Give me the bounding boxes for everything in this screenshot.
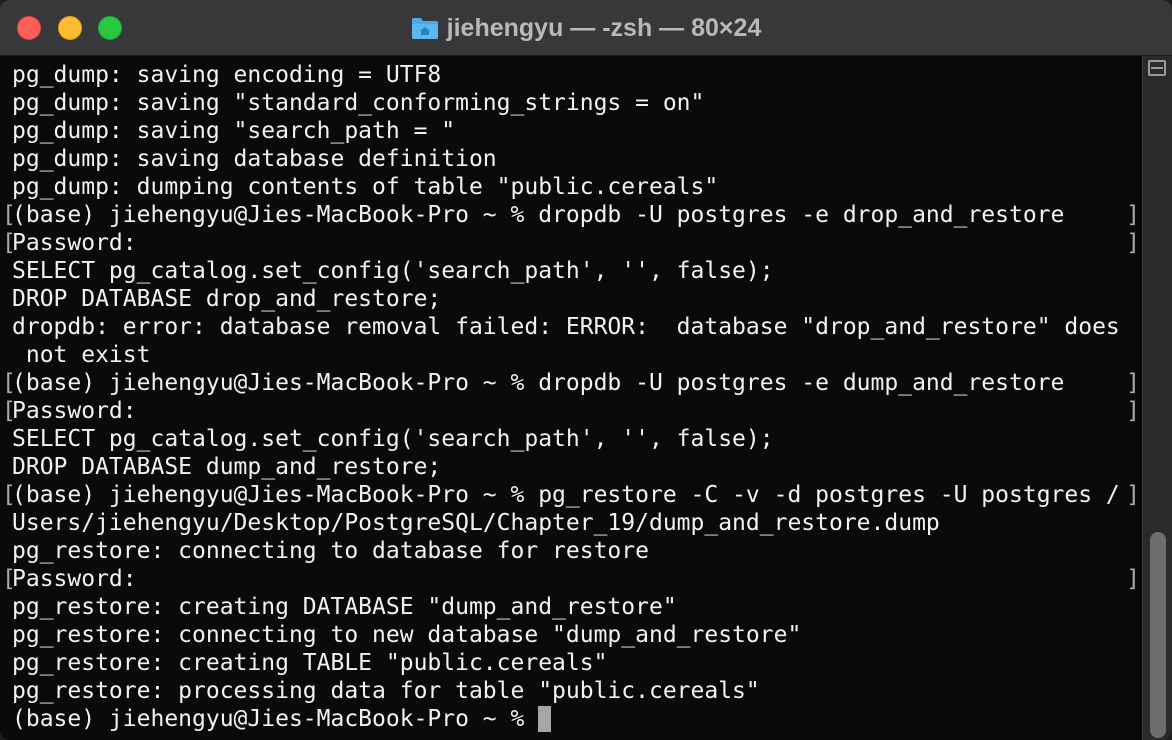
terminal-line: Users/jiehengyu/Desktop/PostgreSQL/Chapt… [0, 509, 1142, 537]
line-mark-right: ] [1126, 202, 1140, 228]
split-pane-icon[interactable] [1148, 60, 1166, 76]
window-title: jiehengyu — -zsh — 80×24 [0, 13, 1172, 47]
line-text: Password: [12, 566, 137, 592]
line-text: pg_dump: saving database definition [12, 146, 497, 172]
terminal-content[interactable]: pg_dump: saving encoding = UTF8 pg_dump: … [0, 56, 1172, 740]
line-text: Password: [12, 398, 137, 424]
line-mark-left: [ [2, 482, 16, 508]
line-text: dropdb: error: database removal failed: … [12, 314, 1120, 340]
terminal-line: pg_restore: creating DATABASE "dump_and_… [0, 593, 1142, 621]
line-text: Users/jiehengyu/Desktop/PostgreSQL/Chapt… [12, 510, 940, 536]
terminal-line: SELECT pg_catalog.set_config('search_pat… [0, 425, 1142, 453]
line-text: DROP DATABASE drop_and_restore; [12, 286, 442, 312]
line-text: (base) jiehengyu@Jies-MacBook-Pro ~ % pg… [12, 482, 1120, 508]
terminal-line: [Password:] [0, 397, 1142, 425]
line-text: SELECT pg_catalog.set_config('search_pat… [12, 258, 774, 284]
terminal-output[interactable]: pg_dump: saving encoding = UTF8 pg_dump: … [0, 61, 1142, 733]
terminal-line: pg_restore: creating TABLE "public.cerea… [0, 649, 1142, 677]
line-text: Password: [12, 230, 137, 256]
line-text: pg_dump: dumping contents of table "publ… [12, 174, 719, 200]
line-text: pg_restore: creating TABLE "public.cerea… [12, 650, 608, 676]
prompt-text: (base) jiehengyu@Jies-MacBook-Pro ~ % [12, 706, 539, 732]
terminal-window: jiehengyu — -zsh — 80×24 pg_dump: saving… [0, 0, 1172, 740]
line-mark-left: [ [2, 370, 16, 396]
line-mark-left: [ [2, 398, 16, 424]
line-mark-right: ] [1126, 398, 1140, 424]
line-text: pg_restore: connecting to new database "… [12, 622, 802, 648]
terminal-line: pg_restore: connecting to database for r… [0, 537, 1142, 565]
line-text: not exist [12, 342, 151, 368]
line-text: pg_dump: saving encoding = UTF8 [12, 62, 442, 88]
terminal-line: pg_restore: processing data for table "p… [0, 677, 1142, 705]
line-mark-left: [ [2, 230, 16, 256]
line-mark-right: ] [1126, 566, 1140, 592]
terminal-line: [(base) jiehengyu@Jies-MacBook-Pro ~ % d… [0, 201, 1142, 229]
terminal-line: pg_dump: saving "search_path = " [0, 117, 1142, 145]
terminal-line: dropdb: error: database removal failed: … [0, 313, 1142, 341]
terminal-line: pg_dump: dumping contents of table "publ… [0, 173, 1142, 201]
line-text: SELECT pg_catalog.set_config('search_pat… [12, 426, 774, 452]
terminal-line: [Password:] [0, 565, 1142, 593]
terminal-line: pg_dump: saving database definition [0, 145, 1142, 173]
terminal-line: [Password:] [0, 229, 1142, 257]
line-mark-right: ] [1126, 370, 1140, 396]
line-text: DROP DATABASE dump_and_restore; [12, 454, 442, 480]
line-text: (base) jiehengyu@Jies-MacBook-Pro ~ % dr… [12, 370, 1065, 396]
line-mark-left: [ [2, 202, 16, 228]
line-text: pg_restore: processing data for table "p… [12, 678, 760, 704]
title-bar[interactable]: jiehengyu — -zsh — 80×24 [0, 0, 1172, 56]
text-cursor [538, 706, 552, 732]
terminal-line: pg_dump: saving "standard_conforming_str… [0, 89, 1142, 117]
line-mark-right: ] [1126, 482, 1140, 508]
line-mark-left: [ [2, 566, 16, 592]
line-text: pg_dump: saving "standard_conforming_str… [12, 90, 705, 116]
terminal-line: pg_restore: connecting to new database "… [0, 621, 1142, 649]
line-text: pg_dump: saving "search_path = " [12, 118, 456, 144]
terminal-line: SELECT pg_catalog.set_config('search_pat… [0, 257, 1142, 285]
vertical-scrollbar[interactable] [1142, 56, 1172, 740]
terminal-line: not exist [0, 341, 1142, 369]
terminal-line: DROP DATABASE drop_and_restore; [0, 285, 1142, 313]
line-mark-right: ] [1126, 230, 1140, 256]
window-title-text: jiehengyu — -zsh — 80×24 [446, 14, 762, 42]
line-text: pg_restore: creating DATABASE "dump_and_… [12, 594, 677, 620]
terminal-line: DROP DATABASE dump_and_restore; [0, 453, 1142, 481]
prompt-line[interactable]: (base) jiehengyu@Jies-MacBook-Pro ~ % [0, 705, 1142, 733]
scrollbar-thumb[interactable] [1150, 532, 1166, 738]
home-folder-icon [411, 16, 439, 47]
terminal-line: pg_dump: saving encoding = UTF8 [0, 61, 1142, 89]
line-text: (base) jiehengyu@Jies-MacBook-Pro ~ % dr… [12, 202, 1065, 228]
terminal-line: [(base) jiehengyu@Jies-MacBook-Pro ~ % p… [0, 481, 1142, 509]
terminal-line: [(base) jiehengyu@Jies-MacBook-Pro ~ % d… [0, 369, 1142, 397]
line-text: pg_restore: connecting to database for r… [12, 538, 649, 564]
